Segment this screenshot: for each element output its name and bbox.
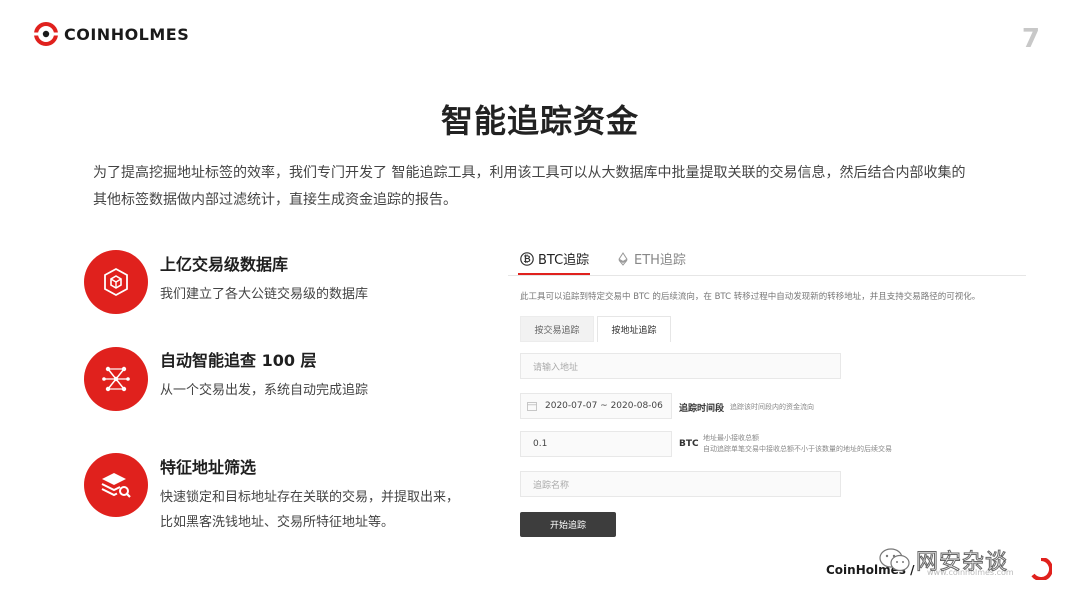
feature-desc: 快速锁定和目标地址存在关联的交易，并提取出来，比如黑客洗钱地址、交易所特征地址等… <box>160 490 460 530</box>
feature-auto-trace: 自动智能追查 100 层 从一个交易出发，系统自动完成追踪 <box>84 347 368 411</box>
bitcoin-icon: ₿ <box>520 251 534 266</box>
brand-name: COINHOLMES <box>64 24 190 44</box>
page-number: 7 <box>1021 24 1040 54</box>
database-cube-icon <box>104 267 128 297</box>
network-trace-icon <box>102 366 130 392</box>
date-range-hint: 追踪该时间段内的资金流向 <box>730 403 814 411</box>
start-trace-button[interactable]: 开始追踪 <box>520 512 616 537</box>
min-amount-hint: 地址最小接收总额 自动追踪单笔交易中接收总额不小于该数量的地址的后续交易 <box>703 433 892 455</box>
feature-badge <box>84 250 148 314</box>
active-tab-indicator <box>518 273 590 275</box>
chain-tabs: ₿ BTC追踪 ETH追踪 <box>508 240 1026 276</box>
svg-text:₿: ₿ <box>523 254 530 265</box>
subtab-by-address[interactable]: 按地址追踪 <box>597 316 671 342</box>
tab-btc[interactable]: ₿ BTC追踪 <box>520 249 589 268</box>
brand-logo: COINHOLMES <box>34 22 189 46</box>
tool-description: 此工具可以追踪到特定交易中 BTC 的后续流向，在 BTC 转移过程中自动发现新… <box>520 292 981 302</box>
tab-label: ETH追踪 <box>634 253 686 268</box>
tab-eth[interactable]: ETH追踪 <box>616 249 686 268</box>
min-amount-input[interactable]: 0.1 <box>520 431 672 457</box>
watermark-text: 网安杂谈 <box>915 550 1009 576</box>
trace-name-input[interactable]: 追踪名称 <box>520 471 841 497</box>
feature-desc: 我们建立了各大公链交易级的数据库 <box>160 287 369 302</box>
coinholmes-logo-icon <box>34 22 58 46</box>
address-input[interactable]: 请输入地址 <box>520 353 841 379</box>
tab-label: BTC追踪 <box>538 253 590 268</box>
layers-search-icon <box>101 473 131 498</box>
page-title: 智能追踪资金 <box>440 102 639 140</box>
feature-address-filter: 特征地址筛选 快速锁定和目标地址存在关联的交易，并提取出来，比如黑客洗钱地址、交… <box>84 453 470 535</box>
subtab-by-transaction[interactable]: 按交易追踪 <box>520 316 594 342</box>
min-amount-hint-title: 地址最小接收总额 <box>703 434 759 442</box>
min-amount-hint-desc: 自动追踪单笔交易中接收总额不小于该数量的地址的后续交易 <box>703 445 892 453</box>
tracking-tool-panel: ₿ BTC追踪 ETH追踪 此工具可以追踪到特定交易中 BTC 的后续流向，在 … <box>508 240 1026 552</box>
feature-database: 上亿交易级数据库 我们建立了各大公链交易级的数据库 <box>84 250 368 314</box>
feature-title: 上亿交易级数据库 <box>160 255 289 274</box>
date-range-value: 2020-07-07 ~ 2020-08-06 <box>545 401 663 411</box>
feature-badge <box>84 347 148 411</box>
feature-desc: 从一个交易出发，系统自动完成追踪 <box>160 383 369 398</box>
calendar-icon <box>527 402 537 411</box>
watermark: 网安杂谈 <box>878 544 1008 576</box>
intro-paragraph: 为了提高挖掘地址标签的效率，我们专门开发了 智能追踪工具，利用该工具可以从大数据… <box>93 165 966 208</box>
min-amount-unit: BTC <box>679 439 699 449</box>
wechat-icon <box>879 548 910 572</box>
feature-title: 自动智能追查 100 层 <box>160 351 317 370</box>
feature-title: 特征地址筛选 <box>160 458 257 477</box>
date-range-label: 追踪时间段 <box>679 404 725 414</box>
ethereum-icon <box>618 251 628 266</box>
corner-logo-icon <box>1031 558 1052 580</box>
date-range-picker[interactable]: 2020-07-07 ~ 2020-08-06 <box>520 393 672 419</box>
feature-badge <box>84 453 148 517</box>
